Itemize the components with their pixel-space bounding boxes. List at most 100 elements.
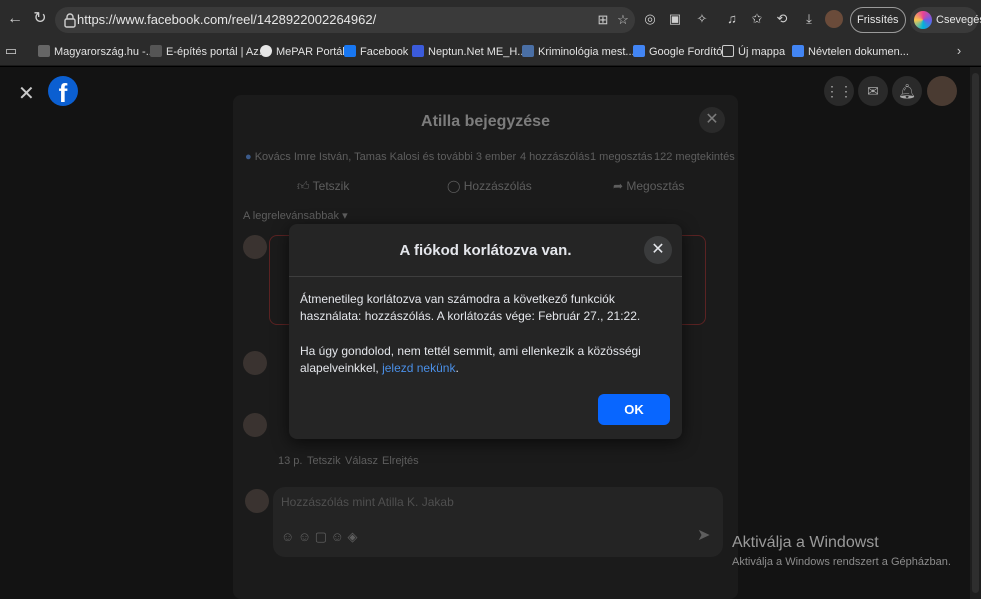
scrollbar-thumb[interactable] — [972, 73, 979, 593]
like-reaction-icon: ● — [245, 151, 252, 163]
share-icon: ➦ — [613, 179, 627, 193]
back-icon[interactable]: ← — [4, 8, 26, 30]
chat-label: Csevegés — [936, 14, 981, 26]
comment-label: Hozzászólás — [463, 179, 532, 193]
bookmark-icon — [260, 45, 272, 57]
restriction-dialog: A fiókod korlátozva van. ✕ Átmenetileg k… — [289, 224, 682, 439]
bookmark-label: Google Fordító — [649, 46, 723, 58]
ok-button[interactable]: OK — [598, 394, 670, 425]
sort-dropdown[interactable]: A legrelevánsabbak ▾ — [243, 209, 348, 222]
music-icon[interactable]: ♫ — [723, 10, 741, 28]
bookmark-item[interactable]: E-építés portál | Az... — [150, 44, 268, 60]
bookmark-label: Neptun.Net ME_H... — [428, 46, 527, 58]
emoji-icon[interactable]: ☺ ☺ ▢ ☺ ◈ — [281, 529, 358, 545]
bookmark-label: Kriminológia mest... — [538, 46, 635, 58]
comment-placeholder: Hozzászólás mint Atilla K. Jakab — [281, 495, 454, 509]
google-translate-icon — [633, 45, 645, 57]
facebook-logo[interactable]: f — [48, 76, 78, 108]
bookmark-item[interactable]: Magyarország.hu -... — [38, 44, 155, 60]
appeal-message: Ha úgy gondolod, nem tettél semmit, ami … — [300, 343, 670, 377]
post-close-icon[interactable]: ✕ — [699, 107, 725, 133]
like-button[interactable]: 👍︎ Tetszik — [297, 179, 349, 194]
avatar — [245, 489, 269, 513]
comment-reply-link[interactable]: Válasz — [345, 455, 378, 467]
bookmarks-bar: ▭ Magyarország.hu -... E-építés portál |… — [0, 38, 981, 66]
lock-icon — [64, 13, 76, 28]
messenger-icon[interactable]: ✉ — [858, 76, 888, 106]
puzzle-icon[interactable]: ✧ — [693, 10, 711, 28]
bookmark-item[interactable]: MePAR Portál — [260, 44, 345, 60]
bell-icon[interactable]: 🔔︎ — [892, 76, 922, 106]
reading-list-icon[interactable]: ▭ — [4, 42, 18, 60]
comment-button[interactable]: ◯ Hozzászólás — [447, 179, 532, 193]
profile-avatar-icon[interactable] — [825, 10, 843, 28]
url-text[interactable]: https://www.facebook.com/reel/1428922002… — [77, 12, 376, 27]
activation-watermark-title: Aktiválja a Windowst — [732, 534, 879, 551]
chevron-right-icon[interactable]: › — [950, 42, 968, 60]
reaction-summary[interactable]: ● Kovács Imre István, Tamas Kalosi és to… — [245, 151, 516, 163]
reaction-names: Kovács Imre István, Tamas Kalosi és tová… — [254, 151, 517, 163]
restriction-message: Átmenetileg korlátozva van számodra a kö… — [300, 292, 641, 323]
comment-hide-link[interactable]: Elrejtés — [382, 455, 419, 467]
bookmark-icon — [522, 45, 534, 57]
shares-count[interactable]: 1 megosztás — [590, 151, 652, 163]
download-icon[interactable]: ⤓ — [800, 10, 818, 28]
sort-label: A legrelevánsabbak — [243, 210, 340, 222]
bookmark-item[interactable]: Facebook — [344, 44, 408, 60]
shield-extension-icon[interactable]: ▣ — [666, 10, 684, 28]
bookmark-item[interactable]: Google Fordító — [633, 44, 722, 60]
comments-count[interactable]: 4 hozzászólás — [520, 151, 590, 163]
post-title: Atilla bejegyzése — [421, 113, 550, 130]
refresh-button[interactable]: Frissítés ··· — [850, 7, 906, 50]
close-icon[interactable]: ✕ — [18, 81, 35, 106]
app-grid-icon[interactable]: ⊞ — [595, 12, 611, 28]
views-count: 122 megtekintés — [654, 151, 735, 163]
send-icon[interactable]: ➤ — [697, 525, 710, 545]
close-icon[interactable]: ✕ — [644, 236, 672, 264]
extension-icon[interactable]: ◎ — [641, 10, 659, 28]
share-button[interactable]: ➦ Megosztás — [613, 179, 684, 193]
activation-watermark-subtitle: Aktiválja a Windows rendszert a Gépházba… — [732, 556, 951, 568]
share-label: Megosztás — [626, 179, 685, 193]
avatar[interactable] — [243, 235, 267, 259]
facebook-icon — [344, 45, 356, 57]
reload-icon[interactable]: ↻ — [29, 8, 51, 30]
comment-like-link[interactable]: Tetszik — [307, 455, 341, 467]
appeal-period: . — [455, 361, 459, 375]
address-bar[interactable]: https://www.facebook.com/reel/1428922002… — [55, 7, 635, 33]
bookmark-icon — [38, 45, 50, 57]
avatar[interactable] — [243, 413, 267, 437]
bookmark-item[interactable]: Új mappa — [722, 44, 785, 60]
favorite-star-icon[interactable]: ☆ — [615, 12, 631, 28]
comment-input[interactable]: Hozzászólás mint Atilla K. Jakab ☺ ☺ ▢ ☺… — [273, 487, 723, 557]
menu-grid-icon[interactable]: ⋮⋮ — [824, 76, 854, 106]
like-label: Tetszik — [312, 179, 350, 193]
bookmark-label: Facebook — [360, 46, 409, 58]
history-icon[interactable]: ⟲ — [773, 10, 791, 28]
dialog-title: A fiókod korlátozva van. — [399, 242, 572, 259]
favorites-icon[interactable]: ✩ — [748, 10, 766, 28]
chat-button[interactable]: Csevegés — [910, 7, 981, 33]
account-avatar[interactable] — [927, 76, 957, 106]
report-link[interactable]: jelezd nekünk — [382, 361, 455, 375]
copilot-icon — [914, 11, 932, 29]
bookmark-label: MePAR Portál — [276, 46, 345, 58]
avatar[interactable] — [243, 351, 267, 375]
comment-icon: ◯ — [447, 179, 464, 193]
bookmark-icon — [412, 45, 424, 57]
bookmark-label: Új mappa — [738, 46, 786, 58]
bookmark-label: Magyarország.hu -... — [54, 46, 155, 58]
bookmark-item[interactable]: Neptun.Net ME_H... — [412, 44, 526, 60]
bookmark-label: Névtelen dokumen... — [808, 46, 909, 58]
scrollbar[interactable] — [970, 67, 981, 599]
appeal-text: Ha úgy gondolod, nem tettél semmit, ami … — [300, 344, 641, 375]
thumbs-up-icon: 👍︎ — [297, 179, 313, 193]
refresh-label: Frissítés — [857, 14, 899, 26]
chevron-down-icon: ▾ — [339, 210, 348, 222]
comment-time: 13 p. — [278, 455, 303, 467]
bookmark-item[interactable]: Névtelen dokumen... — [792, 44, 909, 60]
bookmark-label: E-építés portál | Az... — [166, 46, 268, 58]
bookmark-icon — [150, 45, 162, 57]
browser-toolbar: ← ↻ https://www.facebook.com/reel/142892… — [0, 0, 981, 50]
bookmark-item[interactable]: Kriminológia mest... — [522, 44, 635, 60]
